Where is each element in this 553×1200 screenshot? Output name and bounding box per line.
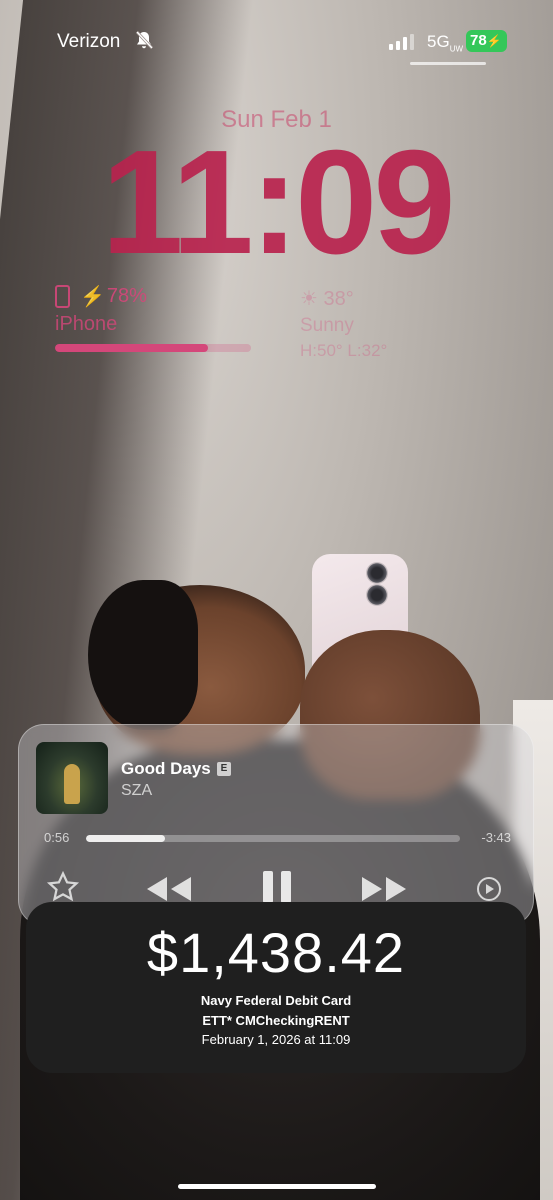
battery-widget[interactable]: ⚡ 78% iPhone [55,284,251,352]
song-title: Good Days [121,759,211,778]
favorite-star-icon[interactable] [46,870,80,904]
battery-level-fill [55,344,208,352]
time-elapsed: 0:56 [44,830,70,845]
weather-widget[interactable]: ☀ 38° Sunny H:50° L:32° [300,286,387,361]
payment-notification[interactable]: $1,438.42 Navy Federal Debit Card ETT* C… [26,902,526,1073]
network-type: 5GUW [427,32,464,54]
payment-amount: $1,438.42 [146,921,406,984]
phone-icon [55,285,70,308]
weather-range: H:50° L:32° [300,341,388,360]
lock-screen: Verizon 5GUW 78⚡ Sun Feb 1 11:09 ⚡ 78% iP… [0,0,553,1200]
cellular-signal-icon [389,34,414,50]
artist-name: SZA [121,782,153,799]
time-remaining: -3:43 [481,830,511,845]
silent-bell-icon [135,30,154,50]
battery-device-name: iPhone [55,313,118,335]
airplay-icon[interactable] [475,875,503,903]
battery-level-bar [55,344,251,352]
explicit-badge: E [217,762,231,776]
weather-temp: 38° [323,288,354,310]
payment-timestamp: February 1, 2026 at 11:09 [201,1032,351,1047]
wallpaper-figure-hair [88,580,198,730]
playback-scrubber[interactable] [86,835,460,842]
album-art[interactable] [36,742,108,814]
lock-clock: 11:09 [101,120,455,285]
merchant-name: ETT* CMCheckingRENT [202,1013,350,1028]
fast-forward-icon[interactable] [360,875,408,903]
battery-indicator: 78⚡ [466,30,507,52]
rewind-icon[interactable] [145,875,193,903]
weather-condition: Sunny [300,315,354,336]
battery-percent: 78% [106,285,147,307]
carrier-name: Verizon [57,31,121,52]
playback-progress [86,835,165,842]
charging-bolt-icon: ⚡ [80,286,105,308]
control-center-handle[interactable] [410,62,486,65]
status-bar: Verizon 5GUW 78⚡ [0,28,553,58]
sun-icon: ☀ [300,288,318,310]
pause-icon[interactable] [261,869,293,905]
home-indicator[interactable] [178,1184,376,1189]
card-name: Navy Federal Debit Card [200,993,352,1008]
charging-bolt-icon: ⚡ [486,34,502,48]
now-playing-widget[interactable]: Good Days E SZA 0:56 -3:43 [18,724,534,926]
